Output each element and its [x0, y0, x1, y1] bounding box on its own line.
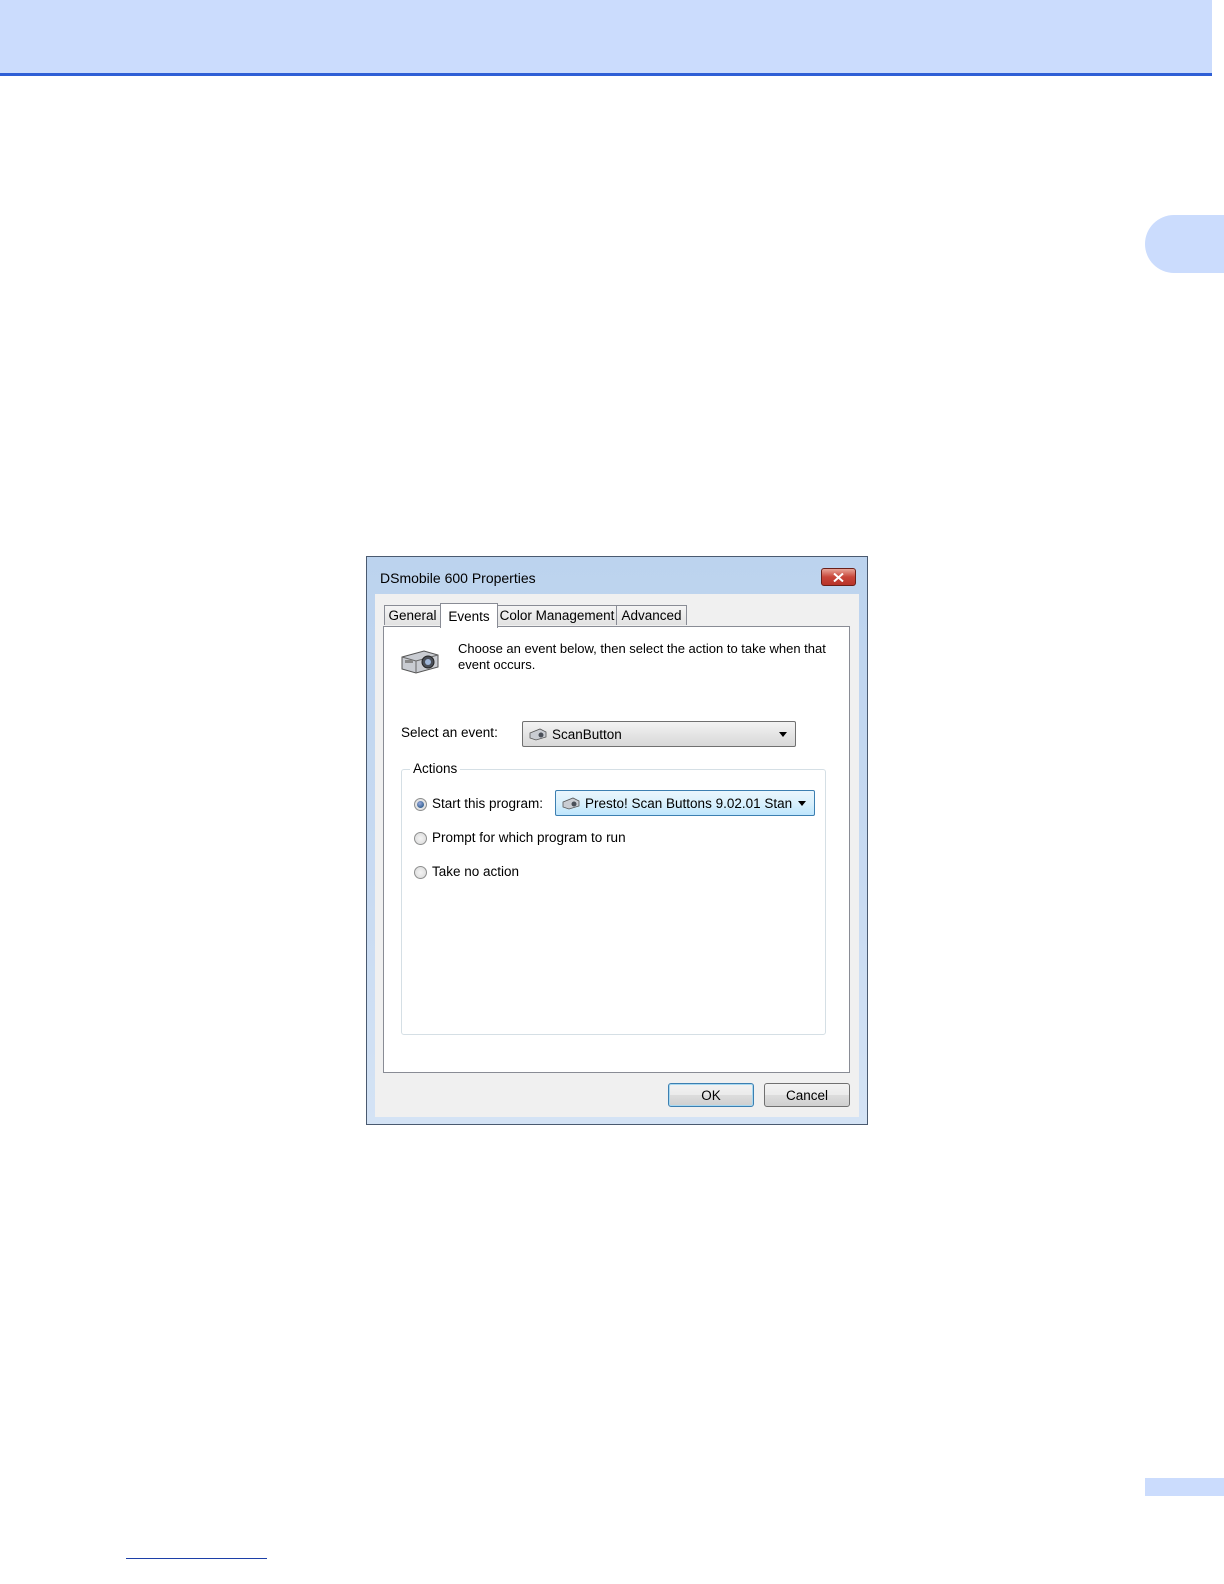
- close-button[interactable]: [821, 568, 856, 586]
- radio-start-program[interactable]: [414, 798, 427, 811]
- page-number-tab: [1145, 1478, 1224, 1496]
- page-header-band: [0, 0, 1212, 76]
- event-description: Choose an event below, then select the a…: [458, 641, 826, 672]
- chevron-down-icon: [779, 731, 787, 737]
- actions-group: Actions Start this program: Presto! Scan…: [401, 761, 826, 1035]
- chevron-down-icon: [798, 800, 806, 806]
- dialog-client: General Events Color Management Advanced…: [375, 594, 859, 1117]
- close-icon: [833, 572, 844, 582]
- actions-group-title: Actions: [410, 761, 461, 776]
- cancel-button[interactable]: Cancel: [764, 1083, 850, 1107]
- tab-general[interactable]: General: [384, 605, 441, 625]
- event-select-value: ScanButton: [552, 726, 622, 742]
- tab-advanced[interactable]: Advanced: [616, 605, 687, 625]
- radio-no-action-label[interactable]: Take no action: [432, 864, 519, 879]
- scanner-icon: [562, 797, 580, 810]
- radio-prompt-program[interactable]: [414, 832, 427, 845]
- dialog-title: DSmobile 600 Properties: [380, 570, 536, 586]
- tab-color-management[interactable]: Color Management: [497, 605, 617, 625]
- tab-events[interactable]: Events: [440, 603, 498, 628]
- chapter-tab: [1145, 215, 1224, 273]
- footer-rule: [126, 1558, 267, 1559]
- program-select[interactable]: Presto! Scan Buttons 9.02.01 Standa: [555, 790, 815, 816]
- events-panel: Choose an event below, then select the a…: [383, 626, 850, 1073]
- program-select-value: Presto! Scan Buttons 9.02.01 Standa: [585, 795, 792, 811]
- scanner-icon: [529, 728, 547, 741]
- properties-dialog: DSmobile 600 Properties General Events C…: [366, 556, 868, 1125]
- radio-no-action[interactable]: [414, 866, 427, 879]
- radio-start-program-label[interactable]: Start this program:: [432, 796, 543, 811]
- event-label: Select an event:: [401, 725, 498, 740]
- ok-button[interactable]: OK: [668, 1083, 754, 1107]
- radio-prompt-program-label[interactable]: Prompt for which program to run: [432, 830, 626, 845]
- event-select[interactable]: ScanButton: [522, 721, 796, 747]
- camera-icon: [401, 650, 439, 674]
